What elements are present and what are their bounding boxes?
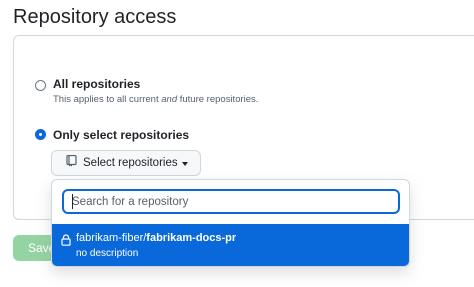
repository-description: no description xyxy=(76,248,139,259)
only-select-repositories-label[interactable]: Only select repositories xyxy=(53,128,189,142)
only-select-repositories-radio[interactable] xyxy=(35,129,46,140)
select-repositories-button[interactable]: Select repositories xyxy=(51,150,201,176)
page-title: Repository access xyxy=(13,6,177,28)
all-repositories-label[interactable]: All repositories xyxy=(53,77,140,91)
repository-result-item[interactable]: fabrikam-fiber/fabrikam-docs-pr no descr… xyxy=(52,224,409,266)
repository-search-input[interactable] xyxy=(62,189,400,214)
repo-icon xyxy=(66,154,77,172)
caret-down-icon xyxy=(181,161,188,166)
lock-icon xyxy=(61,233,71,251)
select-repositories-label: Select repositories xyxy=(83,157,178,169)
repository-dropdown: fabrikam-fiber/fabrikam-docs-pr no descr… xyxy=(51,179,410,267)
all-repositories-radio[interactable] xyxy=(35,80,46,91)
text-cursor xyxy=(72,194,73,209)
all-repositories-description: This applies to all current and future r… xyxy=(53,94,259,105)
repository-name: fabrikam-fiber/fabrikam-docs-pr xyxy=(76,232,237,244)
